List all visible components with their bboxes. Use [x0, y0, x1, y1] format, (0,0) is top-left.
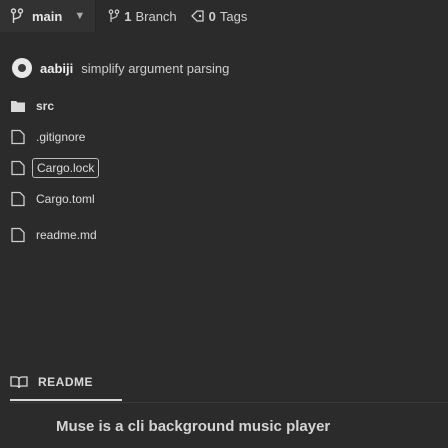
divider — [10, 402, 448, 403]
file-name[interactable]: Cargo.toml — [36, 192, 95, 206]
git-branch-icon — [10, 8, 24, 24]
file-icon — [10, 227, 26, 243]
branch-count: 1 — [124, 8, 132, 24]
list-item[interactable]: Cargo.toml — [10, 186, 310, 212]
branch-selector[interactable]: main ▼ — [0, 0, 97, 32]
file-name[interactable]: readme.md — [36, 228, 97, 242]
commit-message[interactable]: simplify argument parsing — [81, 61, 229, 76]
list-item[interactable]: src — [10, 93, 310, 119]
tag-count: 0 — [208, 8, 216, 24]
file-name[interactable]: Cargo.lock — [32, 158, 100, 178]
tag-icon — [190, 9, 205, 23]
git-branch-icon — [108, 9, 120, 23]
tags-link[interactable]: 0 Tags — [190, 8, 248, 24]
file-list: src .gitignore Cargo.lock Cargo.toml rea… — [10, 93, 310, 253]
file-icon — [10, 160, 26, 176]
file-name[interactable]: src — [36, 99, 54, 113]
list-item[interactable]: readme.md — [10, 222, 310, 248]
branches-link[interactable]: 1 Branch — [108, 8, 177, 24]
tab-label: README — [38, 375, 94, 389]
list-item[interactable]: .gitignore — [10, 124, 310, 150]
folder-icon — [10, 99, 26, 113]
list-item[interactable]: Cargo.lock — [10, 155, 310, 181]
book-icon — [10, 375, 28, 389]
file-icon — [10, 191, 26, 207]
chevron-down-icon: ▼ — [74, 10, 86, 22]
tab-readme[interactable]: README — [10, 365, 122, 401]
latest-commit: aabiji simplify argument parsing — [12, 54, 442, 82]
file-icon — [10, 129, 26, 145]
top-bar: main ▼ 1 Branch 0 Tags — [0, 0, 448, 32]
branch-label: Branch — [135, 8, 177, 24]
readme-heading: Muse is a cli background music player — [56, 418, 331, 435]
file-name[interactable]: .gitignore — [36, 130, 85, 144]
branch-name: main — [32, 8, 63, 24]
repo-meta: 1 Branch 0 Tags — [108, 9, 261, 24]
commit-author[interactable]: aabiji — [40, 61, 73, 76]
avatar[interactable] — [12, 58, 32, 78]
tag-label: Tags — [219, 8, 248, 24]
